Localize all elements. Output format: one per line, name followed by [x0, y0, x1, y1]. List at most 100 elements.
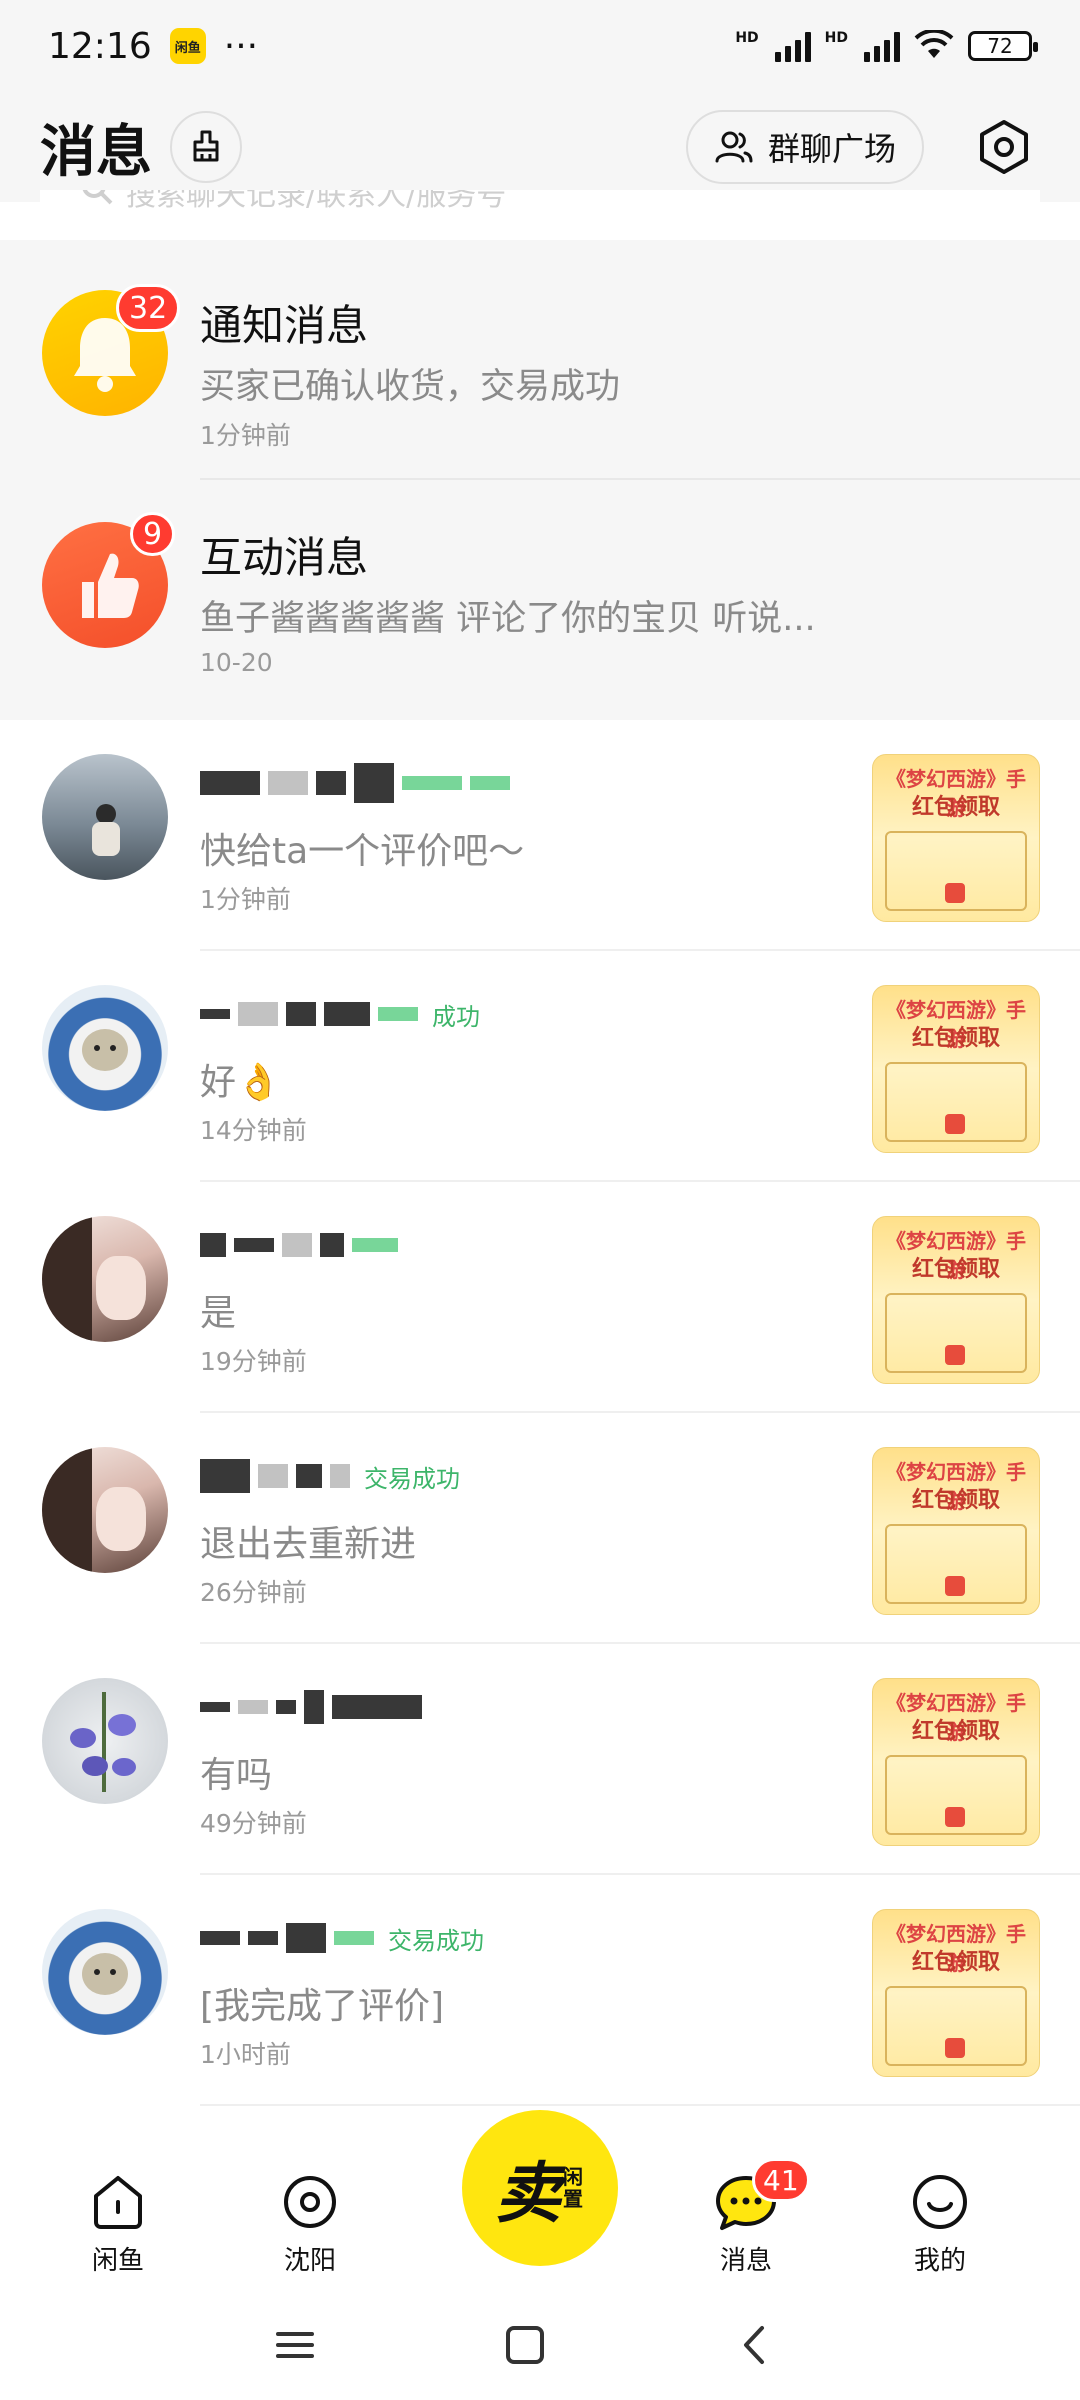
deal-status-tag: 交易成功: [388, 1926, 484, 1955]
product-thumbnail[interactable]: 《梦幻西游》手游 红包领取: [872, 1678, 1040, 1846]
chat-item[interactable]: 快给ta一个评价吧～ 1分钟前 《梦幻西游》手游 红包领取: [0, 720, 1080, 951]
thumb-subtitle: 红包领取: [911, 795, 1000, 820]
group-chat-plaza-button[interactable]: 群聊广场: [685, 110, 924, 184]
wifi-icon: [914, 30, 954, 58]
chat-item[interactable]: 交易成功 [我完成了评价] 1小时前 《梦幻西游》手游 红包领取: [0, 1875, 1080, 2106]
location-icon: [284, 2176, 336, 2228]
deal-status-tag: 交易成功: [364, 1464, 460, 1493]
avatar: [42, 754, 168, 880]
xianyu-app-icon: 闲鱼: [169, 28, 206, 64]
signal-icon: [774, 30, 811, 62]
interaction-message: 鱼子酱酱酱酱酱 评论了你的宝贝 听说...: [200, 599, 816, 639]
nav-city-label: 沈阳: [283, 2246, 336, 2276]
chat-message: 好👌: [200, 1062, 281, 1103]
avatar: [42, 1678, 168, 1804]
nav-city[interactable]: 沈阳: [250, 2172, 370, 2277]
clean-button[interactable]: [170, 111, 242, 183]
search-icon: [82, 190, 113, 205]
interaction-time: 10-20: [200, 648, 273, 677]
contact-name-redacted: [200, 1222, 620, 1268]
thumb-subtitle: 红包领取: [911, 1026, 1000, 1051]
divider: [200, 2104, 1080, 2106]
thumb-subtitle: 红包领取: [911, 1719, 1000, 1744]
chat-item[interactable]: 有吗 49分钟前 《梦幻西游》手游 红包领取: [0, 1644, 1080, 1875]
thumb-seal: [945, 1114, 965, 1134]
avatar: [42, 985, 168, 1111]
sell-main-label: 卖: [495, 2155, 561, 2232]
hd-label-1: HD: [735, 30, 759, 46]
thumb-subtitle: 红包领取: [911, 1488, 1000, 1513]
chat-time: 49分钟前: [200, 1809, 307, 1838]
product-thumbnail[interactable]: 《梦幻西游》手游 红包领取: [872, 1909, 1040, 2077]
contact-name-redacted: [200, 1684, 620, 1730]
contact-name-redacted: 交易成功: [200, 1453, 620, 1499]
chat-time: 26分钟前: [200, 1578, 307, 1607]
contact-name-redacted: [200, 760, 620, 806]
product-thumbnail[interactable]: 《梦幻西游》手游 红包领取: [872, 985, 1040, 1153]
chat-item[interactable]: 交易成功 退出去重新进 26分钟前 《梦幻西游》手游 红包领取: [0, 1413, 1080, 1644]
group-chat-plaza-label: 群聊广场: [767, 130, 896, 168]
smiley-icon: [913, 2175, 967, 2229]
chat-message: 退出去重新进: [200, 1524, 417, 1565]
home-icon: [94, 2176, 142, 2229]
interaction-messages-row[interactable]: 9 互动消息 鱼子酱酱酱酱酱 评论了你的宝贝 听说... 10-20: [0, 480, 1080, 710]
home-square-icon[interactable]: [500, 2320, 550, 2370]
settings-hexagon-icon: [980, 120, 1028, 174]
notification-message: 买家已确认收货，交易成功: [200, 367, 621, 407]
notification-title: 通知消息: [200, 301, 369, 350]
app-badge-label: 闲鱼: [174, 40, 201, 56]
sell-sub-label: 闲置: [563, 2165, 583, 2211]
chat-time: 1小时前: [200, 2040, 291, 2069]
chat-message: [我完成了评价]: [200, 1986, 445, 2027]
header: 消息 群聊广场: [0, 92, 1080, 202]
contact-name-redacted: 交易成功: [200, 1915, 620, 1961]
avatar: [42, 1909, 168, 2035]
notification-messages-row[interactable]: 32 通知消息 买家已确认收货，交易成功 1分钟前: [0, 240, 1080, 480]
deal-status-tag: 成功: [432, 1002, 480, 1031]
chat-time: 14分钟前: [200, 1116, 307, 1145]
battery-icon: 72: [968, 31, 1038, 61]
broom-icon: [193, 130, 219, 162]
nav-messages[interactable]: 消息 41: [686, 2158, 810, 2277]
back-icon[interactable]: [730, 2320, 780, 2370]
status-bar: 12:16 闲鱼 ··· HD HD 72: [0, 0, 1080, 92]
sell-button[interactable]: 卖 闲置: [462, 2110, 618, 2266]
page-title: 消息: [40, 119, 152, 185]
nav-mine-label: 我的: [913, 2246, 966, 2276]
hd-label-2: HD: [824, 30, 848, 46]
battery-level: 72: [987, 34, 1013, 58]
bottom-nav: 闲鱼 沈阳 卖 闲置 消息 41 我的: [0, 2110, 1080, 2290]
nav-messages-label: 消息: [719, 2246, 772, 2276]
nav-mine[interactable]: 我的: [880, 2172, 1000, 2277]
system-messages: 32 通知消息 买家已确认收货，交易成功 1分钟前 9 互动消息 鱼子酱酱酱酱酱…: [0, 240, 1080, 720]
product-thumbnail[interactable]: 《梦幻西游》手游 红包领取: [872, 1447, 1040, 1615]
menu-icon[interactable]: [270, 2320, 320, 2370]
chat-message: 有吗: [200, 1755, 273, 1796]
chat-item[interactable]: 是 19分钟前 《梦幻西游》手游 红包领取: [0, 1182, 1080, 1413]
chat-message: 是: [200, 1293, 237, 1334]
people-icon: [715, 131, 753, 163]
chat-message: 快给ta一个评价吧～: [200, 831, 525, 872]
contact-name-redacted: 成功: [200, 991, 620, 1037]
thumb-subtitle: 红包领取: [911, 1257, 1000, 1282]
product-thumbnail[interactable]: 《梦幻西游》手游 红包领取: [872, 754, 1040, 922]
nav-home-label: 闲鱼: [91, 2246, 144, 2276]
chat-item[interactable]: 成功 好👌 14分钟前 《梦幻西游》手游 红包领取: [0, 951, 1080, 1182]
search-placeholder: 搜索聊天记录/联系人/服务号: [126, 190, 507, 213]
signal-icon-2: [864, 30, 900, 62]
status-time: 12:16: [48, 25, 152, 67]
notification-count-badge: 32: [116, 284, 181, 332]
settings-button[interactable]: [968, 111, 1040, 183]
thumb-subtitle: 红包领取: [911, 1950, 1000, 1975]
notification-time: 1分钟前: [200, 421, 291, 450]
search-input[interactable]: 搜索聊天记录/联系人/服务号: [40, 190, 1040, 240]
interaction-title: 互动消息: [200, 533, 369, 582]
avatar: [42, 1447, 168, 1573]
messages-count-badge: 41: [752, 2158, 810, 2202]
interaction-count-badge: 9: [130, 512, 176, 556]
product-thumbnail[interactable]: 《梦幻西游》手游 红包领取: [872, 1216, 1040, 1384]
status-more: ···: [223, 25, 259, 67]
thumb-seal: [945, 1345, 965, 1365]
nav-home[interactable]: 闲鱼: [58, 2172, 178, 2277]
system-nav-bar: [0, 2290, 1080, 2400]
